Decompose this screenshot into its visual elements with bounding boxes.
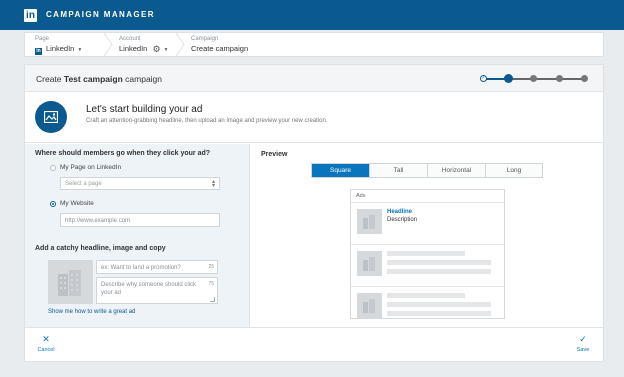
destination-question: Where should members go when they click … <box>35 150 211 157</box>
close-icon: ✕ <box>42 334 50 344</box>
headline-input[interactable]: ex: Want to land a promotion? 25 <box>96 260 218 274</box>
ad-thumbnail <box>357 293 382 318</box>
cancel-label: Cancel <box>37 347 55 353</box>
card-header: Create Test campaign campaign ✓ <box>25 65 603 92</box>
breadcrumb-page[interactable]: Page in LinkedIn ▼ <box>35 33 105 56</box>
ads-label: Ads <box>356 193 366 199</box>
breadcrumb-campaign-value: Create campaign <box>191 44 249 53</box>
check-icon: ✓ <box>579 334 587 344</box>
tab-horizontal[interactable]: Horizontal <box>428 164 486 177</box>
image-placeholder-icon <box>363 257 375 271</box>
tab-square[interactable]: Square <box>312 164 370 177</box>
create-campaign-card: Create Test campaign campaign ✓ Let's st… <box>24 64 604 362</box>
ad-thumbnail <box>357 209 382 234</box>
ad-description: Description <box>387 217 418 223</box>
breadcrumb-account-label: Account <box>119 36 141 42</box>
image-upload[interactable] <box>48 260 93 304</box>
ad-placeholder-item <box>351 286 504 319</box>
creative-heading: Add a catchy headline, image and copy <box>35 245 166 252</box>
ad-preview-item: Headline Description <box>351 202 504 244</box>
chevron-down-icon: ▼ <box>163 47 169 53</box>
cancel-button[interactable]: ✕ Cancel <box>31 334 61 353</box>
help-link[interactable]: Show me how to write a great ad <box>48 309 135 315</box>
ad-thumbnail <box>357 251 382 276</box>
breadcrumb-separator <box>103 33 113 56</box>
image-placeholder-icon <box>363 299 375 313</box>
progress-stepper: ✓ <box>480 73 590 85</box>
select-arrows-icon: ▴ ▾ <box>211 179 215 189</box>
breadcrumb-separator <box>175 33 185 56</box>
intro-subtitle: Craft an attention-grabbing headline, th… <box>86 118 328 124</box>
campaign-name: Test campaign <box>63 74 123 84</box>
page-select[interactable]: Select a page ▴ ▾ <box>60 177 220 190</box>
linkedin-icon: in <box>35 48 42 55</box>
breadcrumb-page-text: LinkedIn <box>46 44 75 53</box>
radio-my-website[interactable] <box>50 201 56 207</box>
linkedin-logo-icon[interactable]: in <box>24 9 37 22</box>
breadcrumb-account-text: LinkedIn <box>119 44 148 53</box>
card-footer: ✕ Cancel ✓ Save <box>25 327 603 361</box>
headline-placeholder: ex: Want to land a promotion? <box>101 265 181 271</box>
step-1-dot: ✓ <box>480 75 487 82</box>
radio-linkedin-page-label[interactable]: My Page on LinkedIn <box>60 164 121 171</box>
image-icon <box>35 101 67 133</box>
breadcrumb-campaign-label: Campaign <box>191 36 219 42</box>
page-select-placeholder: Select a page <box>65 181 102 187</box>
image-placeholder-icon <box>58 270 81 296</box>
placeholder-line <box>387 251 465 256</box>
placeholder-line <box>387 302 491 307</box>
app-title: CAMPAIGN MANAGER <box>46 10 155 19</box>
intro-title: Let's start building your ad <box>86 104 203 115</box>
step-2-dot <box>504 74 513 83</box>
image-placeholder-icon <box>363 215 375 229</box>
description-placeholder: Describe why someone should click your a… <box>101 282 197 296</box>
resize-handle-icon[interactable] <box>210 297 215 302</box>
website-url-input[interactable]: http://www.example.com <box>60 213 220 227</box>
preview-format-tabs: Square Tall Horizontal Long <box>311 163 543 178</box>
gear-icon[interactable]: ⚙ <box>152 44 160 54</box>
placeholder-line <box>387 293 465 298</box>
headline-char-count: 25 <box>208 264 214 270</box>
placeholder-line <box>387 260 491 265</box>
save-label: Save <box>576 347 590 353</box>
ad-preview: Ads Headline Description <box>350 189 505 319</box>
radio-linkedin-page[interactable] <box>50 165 56 171</box>
breadcrumb-account-value[interactable]: LinkedIn ⚙ ▼ <box>119 44 168 55</box>
preview-label: Preview <box>261 151 288 158</box>
breadcrumb-page-value[interactable]: in LinkedIn ▼ <box>35 44 82 55</box>
page-title: Create Test campaign campaign <box>36 74 162 84</box>
website-url-placeholder: http://www.example.com <box>65 218 131 224</box>
placeholder-line <box>387 269 491 274</box>
tab-long[interactable]: Long <box>486 164 542 177</box>
placeholder-line <box>387 311 491 316</box>
title-prefix: Create <box>36 74 62 84</box>
title-suffix: campaign <box>125 74 163 84</box>
tab-tall[interactable]: Tall <box>370 164 428 177</box>
step-3-dot <box>530 75 537 82</box>
step-5-dot <box>581 75 588 82</box>
breadcrumb-campaign: Campaign Create campaign <box>191 33 281 56</box>
radio-my-website-label[interactable]: My Website <box>60 200 94 207</box>
ad-form-pane: Where should members go when they click … <box>25 144 250 327</box>
intro-section: Let's start building your ad Craft an at… <box>25 93 603 143</box>
save-button[interactable]: ✓ Save <box>568 334 598 353</box>
ad-placeholder-item <box>351 244 504 286</box>
description-input[interactable]: Describe why someone should click your a… <box>96 277 218 304</box>
breadcrumb-page-label: Page <box>35 36 50 42</box>
chevron-down-icon: ▼ <box>77 47 83 53</box>
step-4-dot <box>556 75 563 82</box>
top-bar: in CAMPAIGN MANAGER <box>0 0 624 30</box>
ad-headline: Headline <box>387 209 413 215</box>
breadcrumb: Page in LinkedIn ▼ Account LinkedIn ⚙ ▼ Cam… <box>24 32 604 57</box>
description-char-count: 75 <box>208 281 214 287</box>
